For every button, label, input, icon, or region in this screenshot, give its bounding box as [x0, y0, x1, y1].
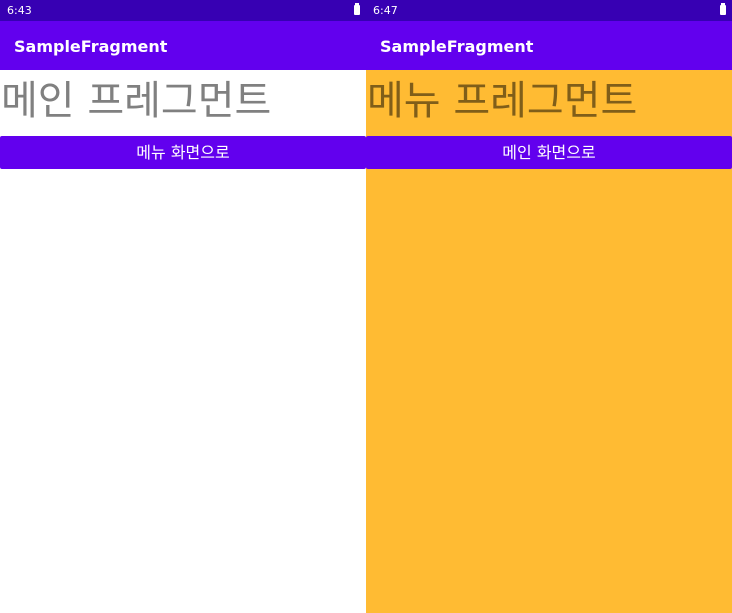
screenshot-pair: 6:43 SampleFragment 메인 프레그먼트 메뉴 화면으로 6:4…	[0, 0, 732, 613]
app-title: SampleFragment	[380, 37, 534, 56]
status-bar: 6:47	[366, 0, 732, 21]
menu-screen: 6:47 SampleFragment 메뉴 프레그먼트 메인 화면으로	[366, 0, 732, 613]
battery-full-icon	[720, 3, 726, 15]
go-to-main-button[interactable]: 메인 화면으로	[366, 136, 732, 169]
menu-fragment-title: 메뉴 프레그먼트	[367, 78, 638, 124]
go-to-menu-button[interactable]: 메뉴 화면으로	[0, 136, 366, 169]
battery-full-icon	[354, 3, 360, 15]
app-bar: SampleFragment	[366, 21, 732, 70]
app-bar: SampleFragment	[0, 21, 366, 70]
status-bar: 6:43	[0, 0, 366, 21]
menu-fragment: 메뉴 프레그먼트 메인 화면으로	[366, 70, 732, 613]
app-title: SampleFragment	[14, 37, 168, 56]
main-fragment-title: 메인 프레그먼트	[1, 78, 272, 124]
main-fragment: 메인 프레그먼트 메뉴 화면으로	[0, 70, 366, 613]
status-time: 6:47	[373, 4, 398, 17]
main-screen: 6:43 SampleFragment 메인 프레그먼트 메뉴 화면으로	[0, 0, 366, 613]
status-time: 6:43	[7, 4, 32, 17]
